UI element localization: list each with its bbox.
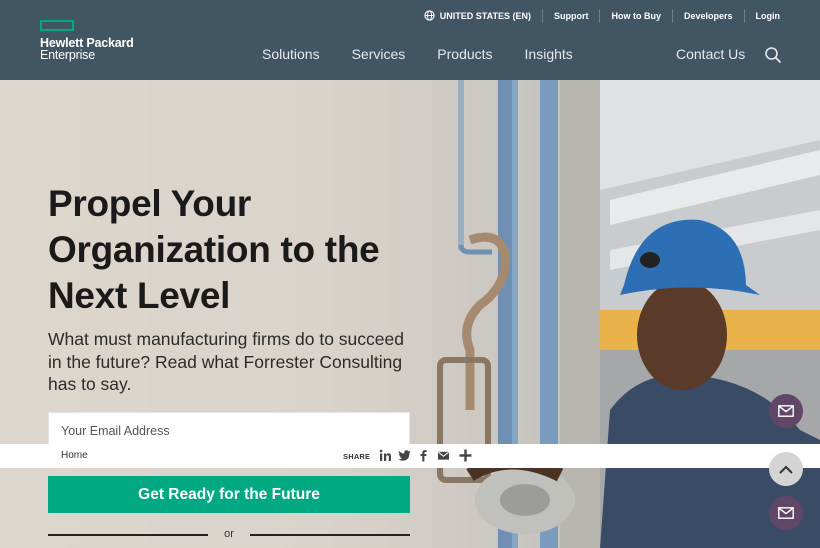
hero-headline: Propel Your Organization to the Next Lev… [48,183,380,316]
utility-link-support[interactable]: Support [541,9,600,23]
hero-subhead: What must manufacturing firms do to succ… [48,329,404,394]
back-to-top-button[interactable] [769,452,803,486]
utility-nav: UNITED STATES (EN) Support How to Buy De… [424,9,780,23]
email-field[interactable] [48,412,410,445]
get-ready-button[interactable]: Get Ready for the Future [48,476,410,513]
globe-icon [424,10,435,21]
contact-us-link[interactable]: Contact Us [676,46,745,62]
mail-icon [778,405,794,417]
share-label: SHARE [343,452,371,461]
utility-link-login[interactable]: Login [743,9,780,23]
main-nav: Solutions Services Products Insights [262,46,605,62]
logo-element-icon [40,20,74,31]
or-divider: or [48,528,410,542]
chevron-up-icon [779,465,793,474]
mail-icon [778,507,794,519]
nav-item-insights[interactable]: Insights [525,46,573,62]
plus-icon[interactable] [459,449,472,462]
nav-item-products[interactable]: Products [437,46,492,62]
email-icon[interactable] [437,449,450,462]
email-input[interactable] [49,413,409,444]
search-icon[interactable] [764,46,782,64]
hero-banner: Propel Your Organization to the Next Lev… [0,80,820,548]
share-bar: Home SHARE [0,444,820,468]
hpe-logo[interactable]: Hewlett Packard Enterprise [40,20,150,64]
site-header: Hewlett Packard Enterprise UNITED STATES… [0,0,820,80]
breadcrumb-home[interactable]: Home [61,450,88,461]
nav-item-services[interactable]: Services [352,46,406,62]
chat-mail-button[interactable] [769,394,803,428]
linkedin-icon[interactable] [379,449,392,462]
twitter-icon[interactable] [398,449,411,462]
divider-line-right [250,534,410,536]
utility-link-how-to-buy[interactable]: How to Buy [599,9,672,23]
utility-link-developers[interactable]: Developers [671,9,744,23]
nav-item-solutions[interactable]: Solutions [262,46,320,62]
contact-mail-button[interactable] [769,496,803,530]
region-selector[interactable]: UNITED STATES (EN) [424,9,542,23]
facebook-icon[interactable] [417,449,430,462]
logo-text-line2: Enterprise [40,48,95,62]
region-label: UNITED STATES (EN) [439,11,531,21]
